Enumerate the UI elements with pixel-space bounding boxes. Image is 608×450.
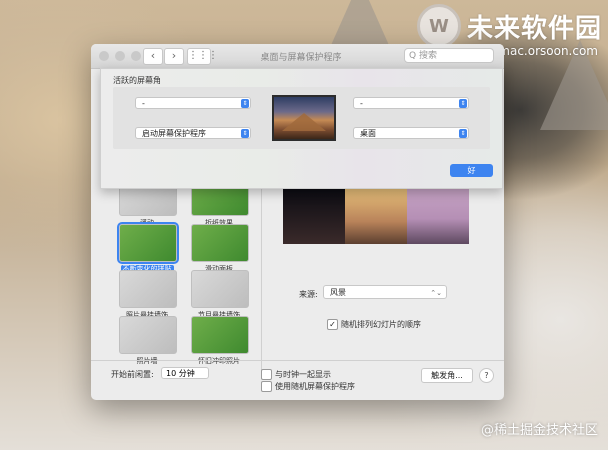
bottom-left-corner-select[interactable]: 启动屏幕保护程序 ⇕: [135, 127, 251, 139]
show-with-clock-option[interactable]: 与时钟一起显示: [261, 369, 331, 380]
updown-arrow-icon: ⌃⌄: [430, 289, 442, 297]
screen-saver-item[interactable]: 不断变化的拼贴: [117, 222, 179, 274]
updown-arrow-icon: ⇕: [459, 129, 467, 138]
chevron-right-icon: ›: [171, 49, 177, 62]
window-titlebar: ‹ › ⋮⋮⋮ 桌面与屏幕保护程序 Q 搜索: [91, 44, 504, 69]
screen-saver-thumbnail: [191, 316, 249, 354]
screen-saver-item[interactable]: 节目悬挂墙饰: [191, 270, 249, 320]
idle-select[interactable]: 10 分钟: [161, 367, 209, 379]
preview-panel-city: [283, 188, 345, 244]
watermark-url: mac.orsoon.com: [498, 44, 598, 58]
chevron-left-icon: ‹: [150, 49, 156, 62]
minimize-window-button[interactable]: [115, 51, 125, 61]
top-left-corner-select[interactable]: - ⇕: [135, 97, 251, 109]
idle-label: 开始前闲置:: [111, 370, 154, 379]
idle-value: 10 分钟: [166, 369, 195, 378]
screen-saver-thumbnail: [191, 224, 249, 262]
forward-button[interactable]: ›: [164, 48, 184, 65]
screen-saver-thumbnail: [119, 270, 177, 308]
hot-corners-sheet: 活跃的屏幕角 - ⇕ 启动屏幕保护程序 ⇕ - ⇕ 桌面 ⇕ 好: [100, 68, 503, 189]
bottom-bar: 开始前闲置: 10 分钟 与时钟一起显示 使用随机屏幕保护程序 触发角... ?: [91, 360, 504, 400]
screen-saver-list: 浮动 折纸效果 不断变化的拼贴 滑动面板 照片悬挂墙饰 节目悬挂墙饰 照片墙 怀旧冲印照片: [113, 178, 259, 366]
random-saver-label: 使用随机屏幕保护程序: [275, 382, 355, 391]
shuffle-checkbox[interactable]: ✓: [327, 319, 338, 330]
screen-saver-item[interactable]: 照片墙: [119, 316, 177, 366]
source-value: 风景: [330, 288, 346, 297]
screen-saver-item[interactable]: 滑动面板: [191, 224, 249, 274]
ok-button[interactable]: 好: [450, 164, 493, 177]
screen-saver-thumbnail: [117, 222, 179, 264]
screen-saver-thumbnail: [191, 270, 249, 308]
shuffle-option[interactable]: ✓ 随机排列幻灯片的顺序: [327, 319, 421, 330]
top-right-corner-select[interactable]: - ⇕: [353, 97, 469, 109]
screen-saver-thumbnail: [119, 316, 177, 354]
source-select[interactable]: 风景 ⌃⌄: [323, 285, 447, 299]
help-button[interactable]: ?: [479, 368, 494, 383]
watermark-credit: @稀土掘金技术社区: [480, 423, 598, 438]
hot-corners-panel: - ⇕ 启动屏幕保护程序 ⇕ - ⇕ 桌面 ⇕: [113, 87, 490, 149]
watermark-badge-icon: W: [416, 4, 461, 48]
desktop-screen-thumbnail: [272, 95, 336, 141]
zoom-window-button[interactable]: [131, 51, 141, 61]
panel-divider: [261, 180, 262, 370]
bottom-right-corner-select[interactable]: 桌面 ⇕: [353, 127, 469, 139]
bottom-right-corner-value: 桌面: [360, 129, 376, 138]
random-saver-checkbox[interactable]: [261, 381, 272, 392]
grid-icon: ⋮⋮⋮: [188, 50, 218, 61]
screen-saver-item[interactable]: 怀旧冲印照片: [191, 316, 249, 366]
updown-arrow-icon: ⇕: [241, 99, 249, 108]
preview-panel-sunset: [407, 188, 469, 244]
window-title: 桌面与屏幕保护程序: [260, 53, 342, 63]
screen-saver-item[interactable]: 照片悬挂墙饰: [119, 270, 177, 320]
top-left-corner-value: -: [142, 99, 145, 108]
hot-corners-button[interactable]: 触发角...: [421, 368, 473, 383]
hot-corners-title: 活跃的屏幕角: [113, 76, 161, 85]
preview-panel-desert: [345, 188, 407, 244]
search-field[interactable]: Q 搜索: [404, 48, 494, 63]
close-window-button[interactable]: [99, 51, 109, 61]
back-button[interactable]: ‹: [143, 48, 163, 65]
updown-arrow-icon: ⇕: [459, 99, 467, 108]
screen-saver-preview: [283, 188, 469, 244]
mountain-image: [282, 113, 326, 131]
source-label: 来源:: [299, 290, 318, 299]
watermark-title: 未来软件园: [466, 13, 602, 44]
show-with-clock-checkbox[interactable]: [261, 369, 272, 380]
bottom-left-corner-value: 启动屏幕保护程序: [142, 129, 206, 138]
show-with-clock-label: 与时钟一起显示: [275, 370, 331, 379]
updown-arrow-icon: ⇕: [241, 129, 249, 138]
top-right-corner-value: -: [360, 99, 363, 108]
watermark-logo: W 未来软件园: [416, 4, 602, 48]
show-all-button[interactable]: ⋮⋮⋮: [187, 48, 218, 65]
random-saver-option[interactable]: 使用随机屏幕保护程序: [261, 381, 355, 392]
shuffle-label: 随机排列幻灯片的顺序: [341, 320, 421, 329]
